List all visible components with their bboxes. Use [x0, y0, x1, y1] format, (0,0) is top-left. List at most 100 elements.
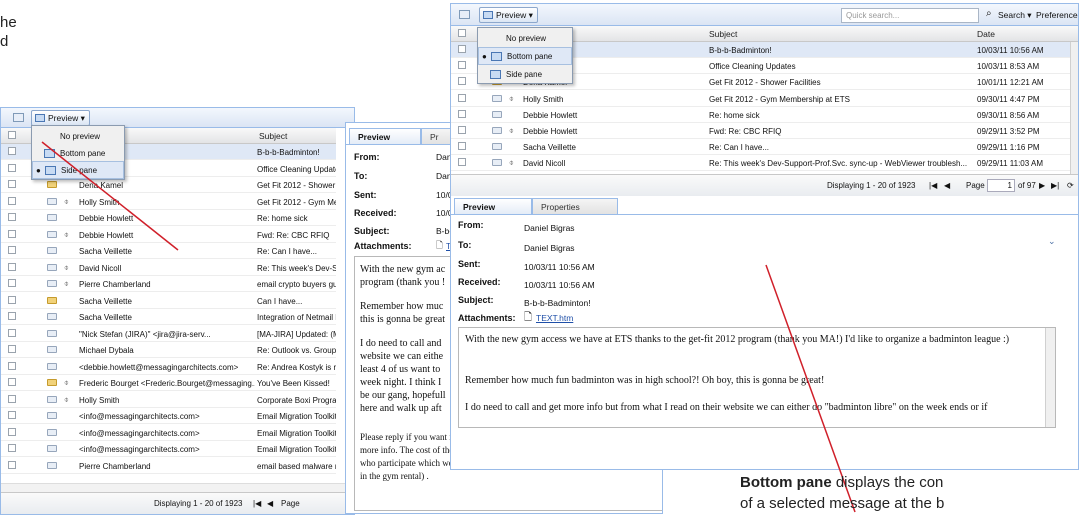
left-menu-bottom-pane[interactable]: Bottom pane [32, 145, 124, 162]
row-checkbox[interactable] [8, 262, 16, 271]
right-message-body[interactable]: With the new gym access we have at ETS t… [458, 327, 1056, 428]
table-row[interactable]: ⌽ Holly Smith Corporate Boxi Program [1, 392, 336, 408]
left-prev-page-icon[interactable]: ◀ [267, 499, 273, 508]
row-checkbox[interactable] [8, 279, 16, 287]
left-sent-label: Sent: [354, 190, 377, 200]
row-subject: Office Cleaning Updates [257, 164, 336, 174]
row-subject: B-b-b-Badminton! [257, 148, 320, 157]
row-checkbox[interactable] [458, 61, 466, 70]
row-checkbox[interactable] [458, 126, 466, 134]
table-row[interactable]: Debbie Howlett Re: home sick [1, 210, 336, 226]
row-checkbox[interactable] [8, 361, 16, 370]
right-next-page-icon[interactable]: ▶ [1039, 181, 1045, 190]
row-checkbox[interactable] [458, 109, 466, 118]
right-menu-side-pane[interactable]: Side pane [478, 66, 572, 83]
table-row[interactable]: Debbie Howlett Re: home sick 09/30/11 8:56… [451, 107, 1071, 123]
right-compose-icon[interactable] [459, 10, 470, 19]
left-menu-side-pane[interactable]: ● Side pane [32, 161, 124, 179]
right-date-header[interactable]: Date [977, 29, 995, 39]
row-checkbox[interactable] [8, 196, 16, 205]
row-date: 09/30/11 4:47 PM [977, 94, 1040, 104]
compose-icon[interactable] [13, 113, 24, 122]
table-row[interactable]: Sacha Veillette Integration of Netmail PS… [1, 309, 336, 325]
table-row[interactable]: <info@messagingarchitects.com> Email Migr… [1, 425, 336, 441]
table-row[interactable]: <debbie.howlett@messagingarchitects.com>… [1, 359, 336, 375]
envelope-icon [492, 94, 502, 102]
row-checkbox[interactable] [8, 328, 16, 337]
table-row[interactable]: ⌽ Frederic Bourget <Frederic.Bourget@mess… [1, 375, 336, 391]
row-checkbox[interactable] [8, 295, 16, 304]
row-checkbox[interactable] [8, 444, 16, 452]
table-row[interactable]: Michael Dybala Re: Outlook vs. GroupWise [1, 342, 336, 358]
row-subject: B-b-b-Badminton! [709, 46, 772, 55]
right-select-all-checkbox[interactable] [458, 29, 466, 37]
left-menu-no-preview[interactable]: No preview [32, 128, 124, 145]
table-row[interactable]: Sacha Veillette Can I have... [1, 293, 336, 309]
paperclip-icon: ⌽ [509, 158, 514, 168]
right-menu-bottom-pane[interactable]: ● Bottom pane [478, 47, 572, 65]
row-checkbox[interactable] [458, 45, 466, 53]
table-row[interactable]: ⌽ David Nicoll Re: This week's Dev-Suppc [1, 260, 336, 276]
right-page-input[interactable]: 1 [987, 179, 1015, 192]
left-horizontal-scrollbar[interactable] [1, 483, 346, 492]
table-row[interactable]: ⌽ Holly Smith Get Fit 2012 - Gym Membershi… [451, 91, 1071, 107]
search-icon[interactable]: ⌕ [986, 8, 992, 19]
table-row[interactable]: ⌽ David Nicoll Re: This week's Dev-Support… [451, 155, 1071, 172]
right-attachment-link[interactable]: TEXT.htm [536, 313, 573, 323]
row-checkbox[interactable] [458, 142, 466, 151]
left-first-page-icon[interactable]: |◀ [253, 499, 261, 508]
row-checkbox[interactable] [8, 213, 16, 221]
table-row[interactable]: Sacha Veillette Re: Can I have... [1, 243, 336, 259]
right-preview-button[interactable]: Preview ▾ [479, 7, 538, 23]
table-row[interactable]: "Nick Stefan (JIRA)" <jira@jira-serv... [… [1, 326, 336, 342]
row-checkbox[interactable] [8, 411, 16, 419]
left-tab-preview[interactable]: Preview [349, 128, 421, 144]
row-checkbox[interactable] [8, 378, 16, 386]
preferences-button[interactable]: Preferences ▾ [1036, 10, 1078, 21]
table-row[interactable]: ⌽ Holly Smith Get Fit 2012 - Gym Member [1, 194, 336, 210]
search-button[interactable]: Search ▾ [998, 10, 1032, 21]
right-attachment-file-icon: 🗋 [524, 312, 533, 323]
table-row[interactable]: <info@messagingarchitects.com> Email Migr… [1, 441, 336, 457]
row-checkbox[interactable] [458, 158, 466, 167]
row-checkbox[interactable] [458, 93, 466, 102]
left-select-all-checkbox[interactable] [8, 131, 16, 139]
right-prev-page-icon[interactable]: ◀ [944, 181, 950, 190]
table-row[interactable]: ⌽ Pierre Chamberland email crypto buyers g… [1, 276, 336, 292]
right-page-label: Page [966, 181, 985, 190]
right-refresh-icon[interactable]: ⟳ [1067, 181, 1074, 190]
expand-headers-chevron-icon[interactable]: ⌄ [1048, 236, 1056, 247]
row-checkbox[interactable] [8, 460, 16, 469]
row-checkbox[interactable] [8, 147, 16, 155]
left-tab-properties[interactable]: Pr [421, 128, 451, 144]
left-to-label: To: [354, 171, 368, 181]
table-row[interactable]: <info@messagingarchitects.com> Email Migr… [1, 408, 336, 424]
right-menu-no-preview[interactable]: No preview [478, 30, 572, 47]
row-checkbox[interactable] [458, 77, 466, 86]
row-checkbox[interactable] [8, 427, 16, 436]
right-body-scrollbar[interactable] [1045, 328, 1055, 427]
right-subject-header[interactable]: Subject [709, 29, 737, 39]
row-checkbox[interactable] [8, 246, 16, 254]
right-list-scrollbar[interactable] [1070, 42, 1078, 174]
right-displaying-count: Displaying 1 - 20 of 1923 [827, 181, 916, 190]
row-checkbox[interactable] [8, 312, 16, 320]
right-last-page-icon[interactable]: ▶| [1051, 181, 1059, 190]
row-checkbox[interactable] [8, 180, 16, 188]
right-tab-preview[interactable]: Preview [454, 198, 532, 214]
right-tab-properties[interactable]: Properties [532, 198, 618, 214]
row-checkbox[interactable] [8, 163, 16, 172]
table-row[interactable]: Sacha Veillette Re: Can I have... 09/29/11… [451, 139, 1071, 156]
right-bottom-pane-icon [491, 52, 502, 61]
table-row[interactable]: ⌽ Debbie Howlett Fwd: Re: CBC RFIQ 09/29/11… [451, 123, 1071, 139]
right-first-page-icon[interactable]: |◀ [929, 181, 937, 190]
row-checkbox[interactable] [8, 394, 16, 403]
row-checkbox[interactable] [8, 229, 16, 238]
left-subject-header[interactable]: Subject [259, 131, 287, 141]
left-preview-button[interactable]: Preview ▾ [31, 110, 90, 126]
envelope-icon [47, 461, 57, 469]
table-row[interactable]: ⌽ Debbie Howlett Fwd: Re: CBC RFIQ [1, 227, 336, 243]
row-checkbox[interactable] [8, 345, 16, 353]
table-row[interactable]: Pierre Chamberland email based malware ma… [1, 458, 336, 474]
quick-search-input[interactable]: Quick search... [841, 8, 979, 23]
